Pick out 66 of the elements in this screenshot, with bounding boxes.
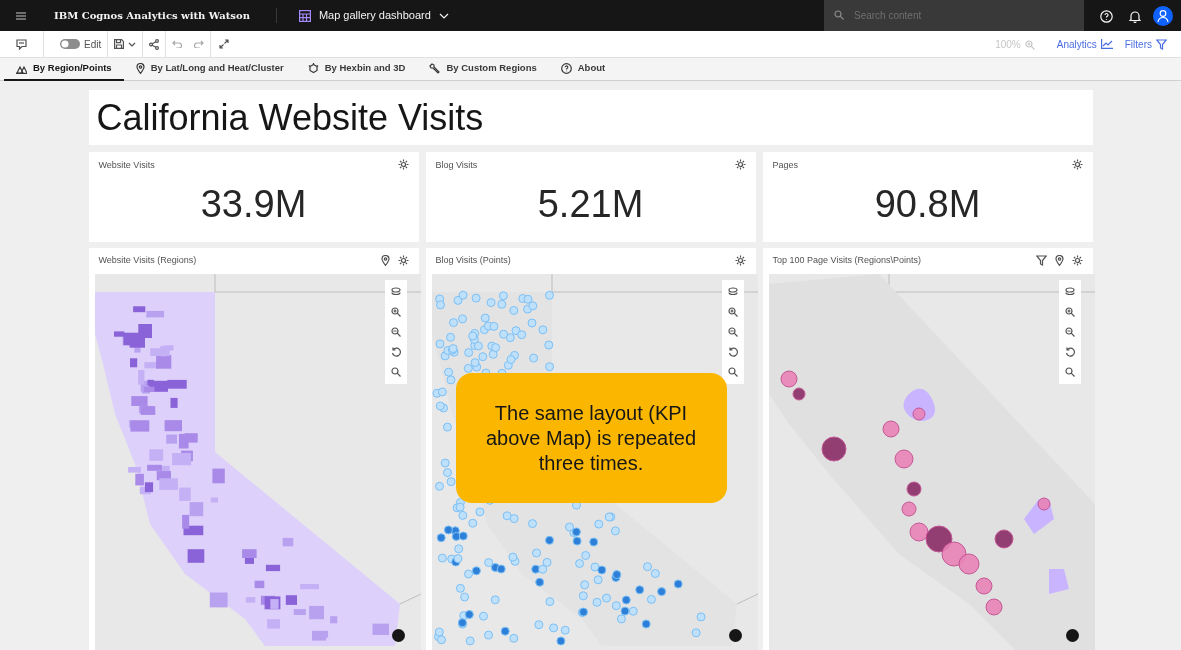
undo-icon <box>172 40 183 48</box>
callout-note: The same layout (KPI above Map) is repeated three times. <box>455 373 727 503</box>
layers-icon <box>1064 287 1075 296</box>
search-icon <box>1064 366 1075 377</box>
product-name: IBM Cognos Analytics with Watson <box>42 8 277 23</box>
filter-icon <box>1156 38 1167 50</box>
settings-icon <box>397 255 409 267</box>
help-icon <box>1100 9 1113 23</box>
kpi-value: 5.21M <box>536 184 645 223</box>
kpi-value: 33.9M <box>199 184 308 223</box>
help-icon <box>560 63 572 74</box>
chevron-down-icon <box>438 12 449 19</box>
kpi-title: Blog Visits <box>435 159 478 172</box>
kpi-title: Website Visits <box>98 159 155 172</box>
line-chart-icon <box>1100 39 1113 49</box>
reset-icon <box>390 346 401 357</box>
settings-icon <box>1071 255 1083 267</box>
expand-icon <box>219 39 230 49</box>
wrench-icon <box>429 63 441 74</box>
dashboard-tab[interactable]: By Hexbin and 3D <box>295 58 418 81</box>
zoom-in-icon <box>727 306 738 317</box>
zoom-in-icon <box>1064 306 1075 317</box>
comment-icon <box>16 38 27 50</box>
zoom-out-icon <box>727 326 738 337</box>
zoom-icon <box>1024 39 1035 50</box>
pin-icon <box>135 63 145 74</box>
settings-icon <box>734 159 746 170</box>
avatar-icon[interactable] <box>1153 5 1173 26</box>
dashboard-icon <box>298 9 311 22</box>
dashboard-menu[interactable]: Map gallery dashboard <box>292 6 455 25</box>
filters-button[interactable]: Filters <box>1118 30 1173 58</box>
layers-icon <box>727 287 738 296</box>
layers-icon <box>390 287 401 296</box>
settings-icon <box>397 159 409 170</box>
zoom-out-icon <box>1064 326 1075 337</box>
menu-icon <box>16 12 26 21</box>
redo-icon <box>194 40 205 48</box>
pin-icon <box>1054 255 1064 267</box>
kpi-title: Pages <box>772 159 799 172</box>
toggle-icon <box>60 39 80 49</box>
dashboard-tab[interactable]: By Custom Regions <box>417 58 549 81</box>
settings-icon <box>734 255 746 267</box>
edit-toggle[interactable]: Edit <box>44 30 108 58</box>
zoom-out-icon <box>390 326 401 337</box>
dashboard-tab[interactable]: By Region/Points <box>4 58 124 81</box>
hexagon-icon <box>307 63 319 74</box>
search-icon <box>727 366 738 377</box>
dashboard-title: California Website Visits <box>96 99 484 136</box>
map-title: Blog Visits (Points) <box>435 254 511 267</box>
map-title: Website Visits (Regions) <box>98 254 197 267</box>
filter-icon <box>1035 255 1047 267</box>
analytics-button[interactable]: Analytics <box>1050 30 1119 58</box>
dashboard-tab[interactable]: By Lat/Long and Heat/Cluster <box>123 58 296 81</box>
reset-icon <box>1064 346 1075 357</box>
map-title: Top 100 Page Visits (Regions\Points) <box>772 254 921 267</box>
share-icon <box>149 38 160 50</box>
save-icon <box>114 39 125 49</box>
search-icon <box>390 366 401 377</box>
zoom-in-icon <box>390 306 401 317</box>
pin-icon <box>380 255 390 267</box>
settings-icon <box>1071 159 1083 170</box>
caret-icon <box>128 41 137 47</box>
reset-icon <box>727 346 738 357</box>
bell-icon <box>1129 9 1141 23</box>
dashboard-tab[interactable]: About <box>548 58 618 81</box>
kpi-value: 90.8M <box>873 184 982 223</box>
